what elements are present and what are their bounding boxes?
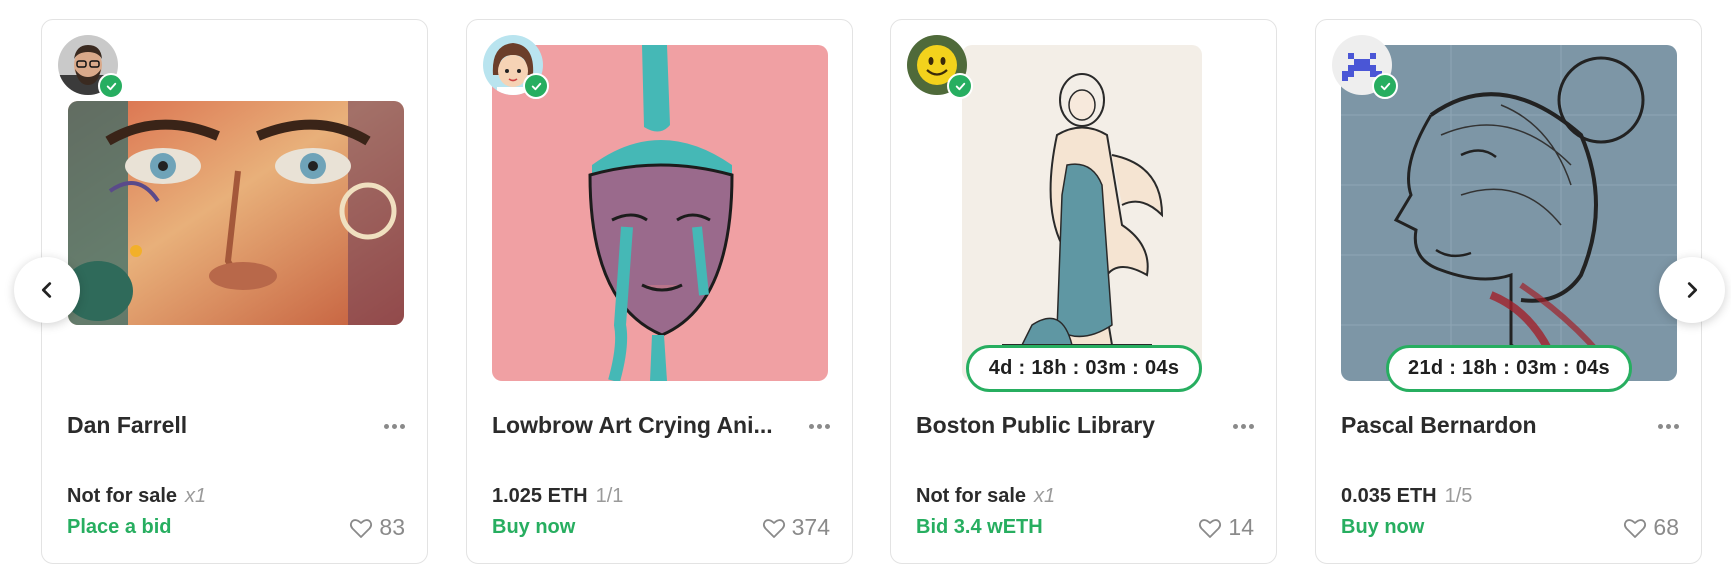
- more-horizontal-icon[interactable]: [1233, 424, 1254, 429]
- price: Not for sale: [67, 485, 178, 507]
- card-title[interactable]: Pascal Bernardon: [1341, 412, 1631, 439]
- edition: x1: [185, 485, 207, 507]
- like-button[interactable]: 83: [349, 514, 405, 541]
- edition: 1/1: [595, 485, 624, 507]
- like-button[interactable]: 68: [1623, 514, 1679, 541]
- heart-icon: [1199, 518, 1222, 538]
- check-icon: [1380, 82, 1390, 90]
- card-title[interactable]: Dan Farrell: [67, 412, 357, 439]
- price: 0.035 ETH: [1341, 485, 1437, 507]
- price-row: 0.035 ETH 1/5: [1341, 485, 1472, 508]
- verified-badge: [98, 73, 124, 99]
- check-icon: [955, 82, 965, 90]
- artwork-image[interactable]: [68, 101, 404, 325]
- edition: x1: [1034, 485, 1056, 507]
- bid-link[interactable]: Bid 3.4 wETH: [916, 516, 1043, 539]
- buy-now-link[interactable]: Buy now: [492, 516, 575, 539]
- auction-countdown: 4d : 18h : 03m : 04s: [966, 345, 1202, 392]
- price: Not for sale: [916, 485, 1027, 507]
- card-title[interactable]: Lowbrow Art Crying Ani...: [492, 412, 782, 439]
- artwork-image[interactable]: [962, 45, 1202, 381]
- card-title[interactable]: Boston Public Library: [916, 412, 1206, 439]
- chevron-left-icon: [41, 282, 52, 298]
- price-row: 1.025 ETH 1/1: [492, 485, 623, 508]
- verified-badge: [523, 73, 549, 99]
- heart-icon: [350, 518, 373, 538]
- like-count: 83: [379, 514, 405, 540]
- buy-now-link[interactable]: Buy now: [1341, 516, 1424, 539]
- nft-card[interactable]: Dan Farrell Not for sale x1 Place a bid 8…: [41, 19, 428, 564]
- more-horizontal-icon[interactable]: [384, 424, 405, 429]
- like-count: 68: [1653, 514, 1679, 540]
- nft-card[interactable]: Lowbrow Art Crying Ani... 1.025 ETH 1/1 B…: [466, 19, 853, 564]
- more-horizontal-icon[interactable]: [1658, 424, 1679, 429]
- like-count: 14: [1228, 514, 1254, 540]
- carousel-prev-button[interactable]: [14, 257, 80, 323]
- check-icon: [531, 82, 541, 90]
- nft-card[interactable]: 21d : 18h : 03m : 04s Pascal Bernardon 0…: [1315, 19, 1702, 564]
- more-horizontal-icon[interactable]: [809, 424, 830, 429]
- price-row: Not for sale x1: [916, 485, 1055, 508]
- like-count: 374: [791, 514, 830, 540]
- check-icon: [106, 82, 116, 90]
- price: 1.025 ETH: [492, 485, 588, 507]
- like-button[interactable]: 374: [762, 514, 830, 541]
- like-button[interactable]: 14: [1198, 514, 1254, 541]
- price-row: Not for sale x1: [67, 485, 206, 508]
- chevron-right-icon: [1687, 282, 1698, 298]
- verified-badge: [1372, 73, 1398, 99]
- nft-carousel: Dan Farrell Not for sale x1 Place a bid 8…: [0, 0, 1731, 580]
- edition: 1/5: [1444, 485, 1473, 507]
- auction-countdown: 21d : 18h : 03m : 04s: [1386, 345, 1632, 392]
- nft-card[interactable]: 4d : 18h : 03m : 04s Boston Public Libra…: [890, 19, 1277, 564]
- carousel-next-button[interactable]: [1659, 257, 1725, 323]
- verified-badge: [947, 73, 973, 99]
- heart-icon: [762, 518, 785, 538]
- heart-icon: [1624, 518, 1647, 538]
- place-bid-link[interactable]: Place a bid: [67, 516, 172, 539]
